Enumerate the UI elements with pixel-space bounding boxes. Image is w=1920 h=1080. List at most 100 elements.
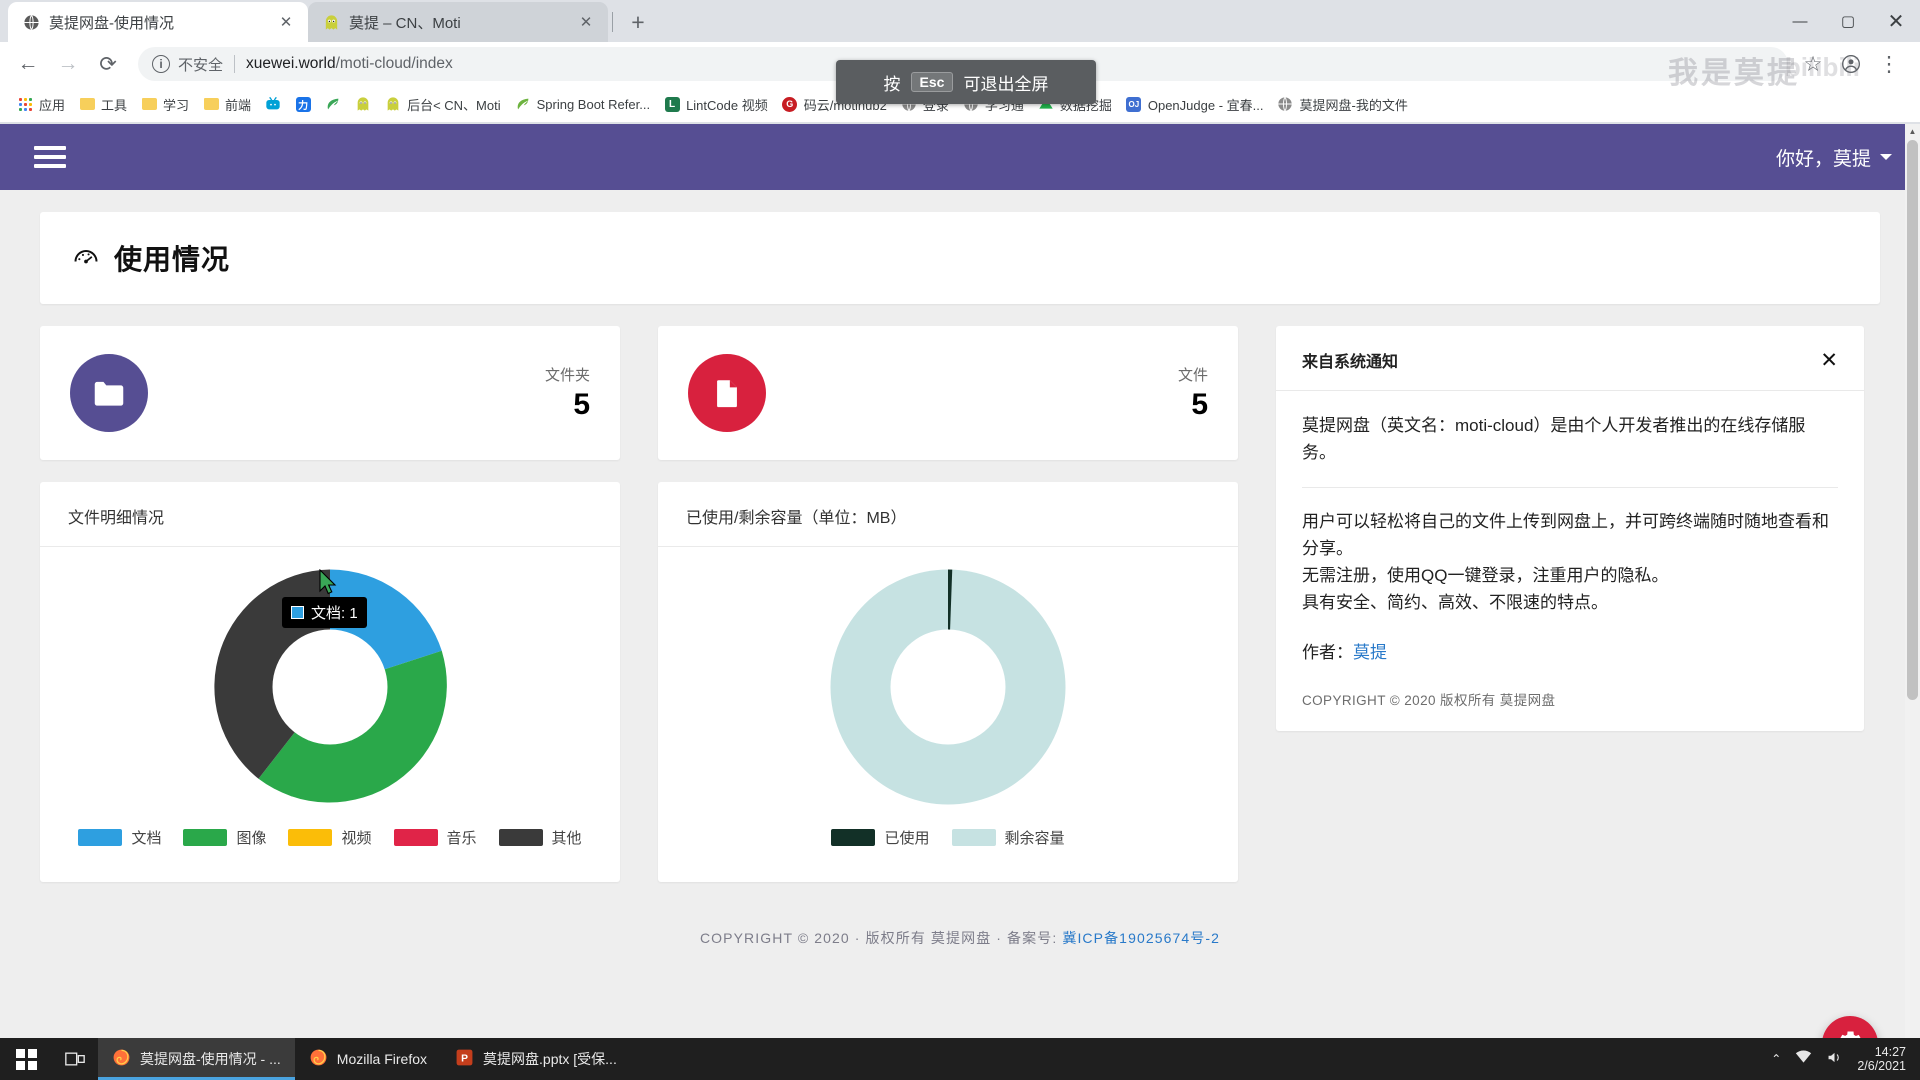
minimize-button[interactable]: — (1776, 0, 1824, 42)
close-icon[interactable]: ✕ (276, 12, 296, 32)
close-icon[interactable]: ✕ (1820, 350, 1838, 371)
window-close-button[interactable]: ✕ (1872, 0, 1920, 42)
taskbar-app-label: Mozilla Firefox (337, 1051, 427, 1067)
profile-icon[interactable] (1834, 46, 1868, 82)
bookmark-green-leaf[interactable] (318, 92, 348, 116)
donut-svg[interactable] (823, 562, 1073, 812)
user-menu[interactable]: 你好，莫提 (1776, 144, 1892, 171)
bookmark-frontend[interactable]: 前端 (196, 91, 258, 118)
bookmark-label: 前端 (225, 95, 251, 114)
notice-line: 无需注册，使用QQ一键登录，注重用户的隐私。 (1302, 562, 1838, 589)
footer-copyright: COPYRIGHT © 2020 · 版权所有 莫提网盘 · 备案号: (700, 930, 1062, 946)
legend-item[interactable]: 音乐 (394, 827, 477, 848)
chart-legend-capacity: 已使用 剩余容量 (686, 827, 1210, 848)
reload-icon[interactable]: ⟳ (90, 46, 126, 82)
browser-tab-title: 莫提 – CN、Moti (349, 12, 567, 33)
volume-icon[interactable] (1826, 1050, 1843, 1068)
star-icon[interactable]: ☆ (1796, 46, 1830, 82)
stat-label: 文件 (1178, 364, 1208, 385)
legend-label: 已使用 (884, 827, 929, 848)
tooltip-swatch (291, 606, 304, 619)
notice-author-link[interactable]: 莫提 (1353, 643, 1387, 662)
forward-icon[interactable]: → (50, 46, 86, 82)
info-icon[interactable]: i (152, 55, 170, 73)
bookmark-label: LintCode 视频 (686, 95, 768, 114)
new-tab-button[interactable]: + (621, 5, 655, 39)
bookmark-my-files[interactable]: 莫提网盘-我的文件 (1270, 91, 1414, 118)
chart-card-file-breakdown: 文件明细情况 文档: 1 (40, 482, 620, 882)
notice-lines: 用户可以轻松将自己的文件上传到网盘上，并可跨终端随时随地查看和分享。 无需注册，… (1302, 508, 1838, 617)
lintcode-icon: L (664, 96, 680, 112)
notice-copyright: COPYRIGHT © 2020 版权所有 莫提网盘 (1276, 663, 1864, 731)
legend-item[interactable]: 文档 (78, 827, 161, 848)
taskbar-app-2[interactable]: P 莫提网盘.pptx [受保... (441, 1038, 631, 1080)
chevron-up-icon[interactable]: ⌃ (1771, 1052, 1781, 1066)
divider (1302, 487, 1838, 488)
back-icon[interactable]: ← (10, 46, 46, 82)
taskbar-clock[interactable]: 14:27 2/6/2021 (1857, 1045, 1906, 1074)
legend-item[interactable]: 已使用 (831, 827, 929, 848)
ghost-icon (385, 96, 401, 112)
scroll-up-icon[interactable]: ▲ (1905, 124, 1920, 139)
legend-item[interactable]: 视频 (288, 827, 371, 848)
omnibox-divider (234, 55, 235, 73)
bookmark-ghost-1[interactable] (348, 92, 378, 116)
legend-item[interactable]: 剩余容量 (952, 827, 1065, 848)
windows-taskbar: 莫提网盘-使用情况 - ... Mozilla Firefox P 莫提网盘.p… (0, 1038, 1920, 1080)
browser-tab-1[interactable]: 莫提 – CN、Moti ✕ (308, 2, 608, 42)
bookmark-label: 学习 (163, 95, 189, 114)
notice-title: 来自系统通知 (1302, 348, 1398, 372)
bookmark-study[interactable]: 学习 (134, 91, 196, 118)
clock-date: 2/6/2021 (1857, 1059, 1906, 1073)
footer-beian[interactable]: 冀ICP备19025674号-2 (1062, 930, 1220, 946)
menu-icon[interactable]: ⋮ (1872, 46, 1906, 82)
network-icon[interactable] (1795, 1050, 1812, 1068)
taskbar-app-1[interactable]: Mozilla Firefox (295, 1038, 441, 1080)
security-label: 不安全 (178, 54, 223, 75)
bookmark-backend-cn-moti[interactable]: 后台< CN、Moti (378, 91, 508, 118)
legend-swatch (499, 829, 543, 846)
tooltip-text: 文档: 1 (311, 602, 358, 623)
legend-swatch (831, 829, 875, 846)
task-view-icon[interactable] (52, 1038, 98, 1080)
divider (40, 546, 620, 547)
donut-chart-capacity[interactable] (686, 553, 1210, 821)
page-title: 使用情况 (114, 238, 230, 278)
chart-legend-files: 文档 图像 视频 音乐 (68, 827, 592, 848)
legend-item[interactable]: 其他 (499, 827, 582, 848)
dashboard-grid: 文件夹 5 文件明细情况 (0, 304, 1920, 882)
hamburger-icon[interactable] (34, 141, 66, 173)
oj-icon: OJ (1126, 96, 1142, 112)
legend-label: 音乐 (447, 827, 477, 848)
ghost-icon (355, 96, 371, 112)
bookmark-lintcode-video[interactable]: L LintCode 视频 (657, 91, 775, 118)
scrollbar-thumb[interactable] (1907, 140, 1918, 700)
windows-start-button[interactable] (0, 1038, 52, 1080)
bookmark-spring-boot-reference[interactable]: Spring Boot Refer... (508, 92, 657, 116)
legend-item[interactable]: 图像 (183, 827, 266, 848)
chart-card-capacity: 已使用/剩余容量（单位：MB） 已使用 (658, 482, 1238, 882)
chart-title: 已使用/剩余容量（单位：MB） (686, 504, 1210, 528)
mouse-cursor-icon (318, 569, 338, 602)
folder-icon (70, 354, 148, 432)
bookmark-apps[interactable]: 应用 (10, 91, 72, 118)
globe-icon (1277, 96, 1293, 112)
maximize-button[interactable]: ▢ (1824, 0, 1872, 42)
bookmark-openjudge[interactable]: OJ OpenJudge - 宜春... (1119, 91, 1271, 118)
donut-chart-files[interactable]: 文档: 1 (68, 553, 592, 821)
bookmark-blue-square[interactable]: 力 (288, 92, 318, 116)
close-icon[interactable]: ✕ (576, 12, 596, 32)
tab-divider (612, 12, 613, 32)
legend-swatch (288, 829, 332, 846)
system-notice-card: 来自系统通知 ✕ 莫提网盘（英文名：moti-cloud）是由个人开发者推出的在… (1276, 326, 1864, 731)
tab-strip: 莫提网盘-使用情况 ✕ 莫提 – CN、Moti ✕ + — ▢ ✕ (0, 0, 1920, 42)
bookmark-label: 工具 (101, 95, 127, 114)
legend-label: 剩余容量 (1005, 827, 1065, 848)
page-scrollbar[interactable]: ▲ ▼ (1905, 124, 1920, 1080)
page-viewport: 你好，莫提 使用情况 文件夹 5 (0, 124, 1920, 1080)
bookmark-tools[interactable]: 工具 (72, 91, 134, 118)
browser-tab-0[interactable]: 莫提网盘-使用情况 ✕ (8, 2, 308, 42)
toast-prefix: 按 (884, 70, 901, 95)
bookmark-bilibili[interactable] (258, 92, 288, 116)
taskbar-app-0[interactable]: 莫提网盘-使用情况 - ... (98, 1038, 295, 1080)
